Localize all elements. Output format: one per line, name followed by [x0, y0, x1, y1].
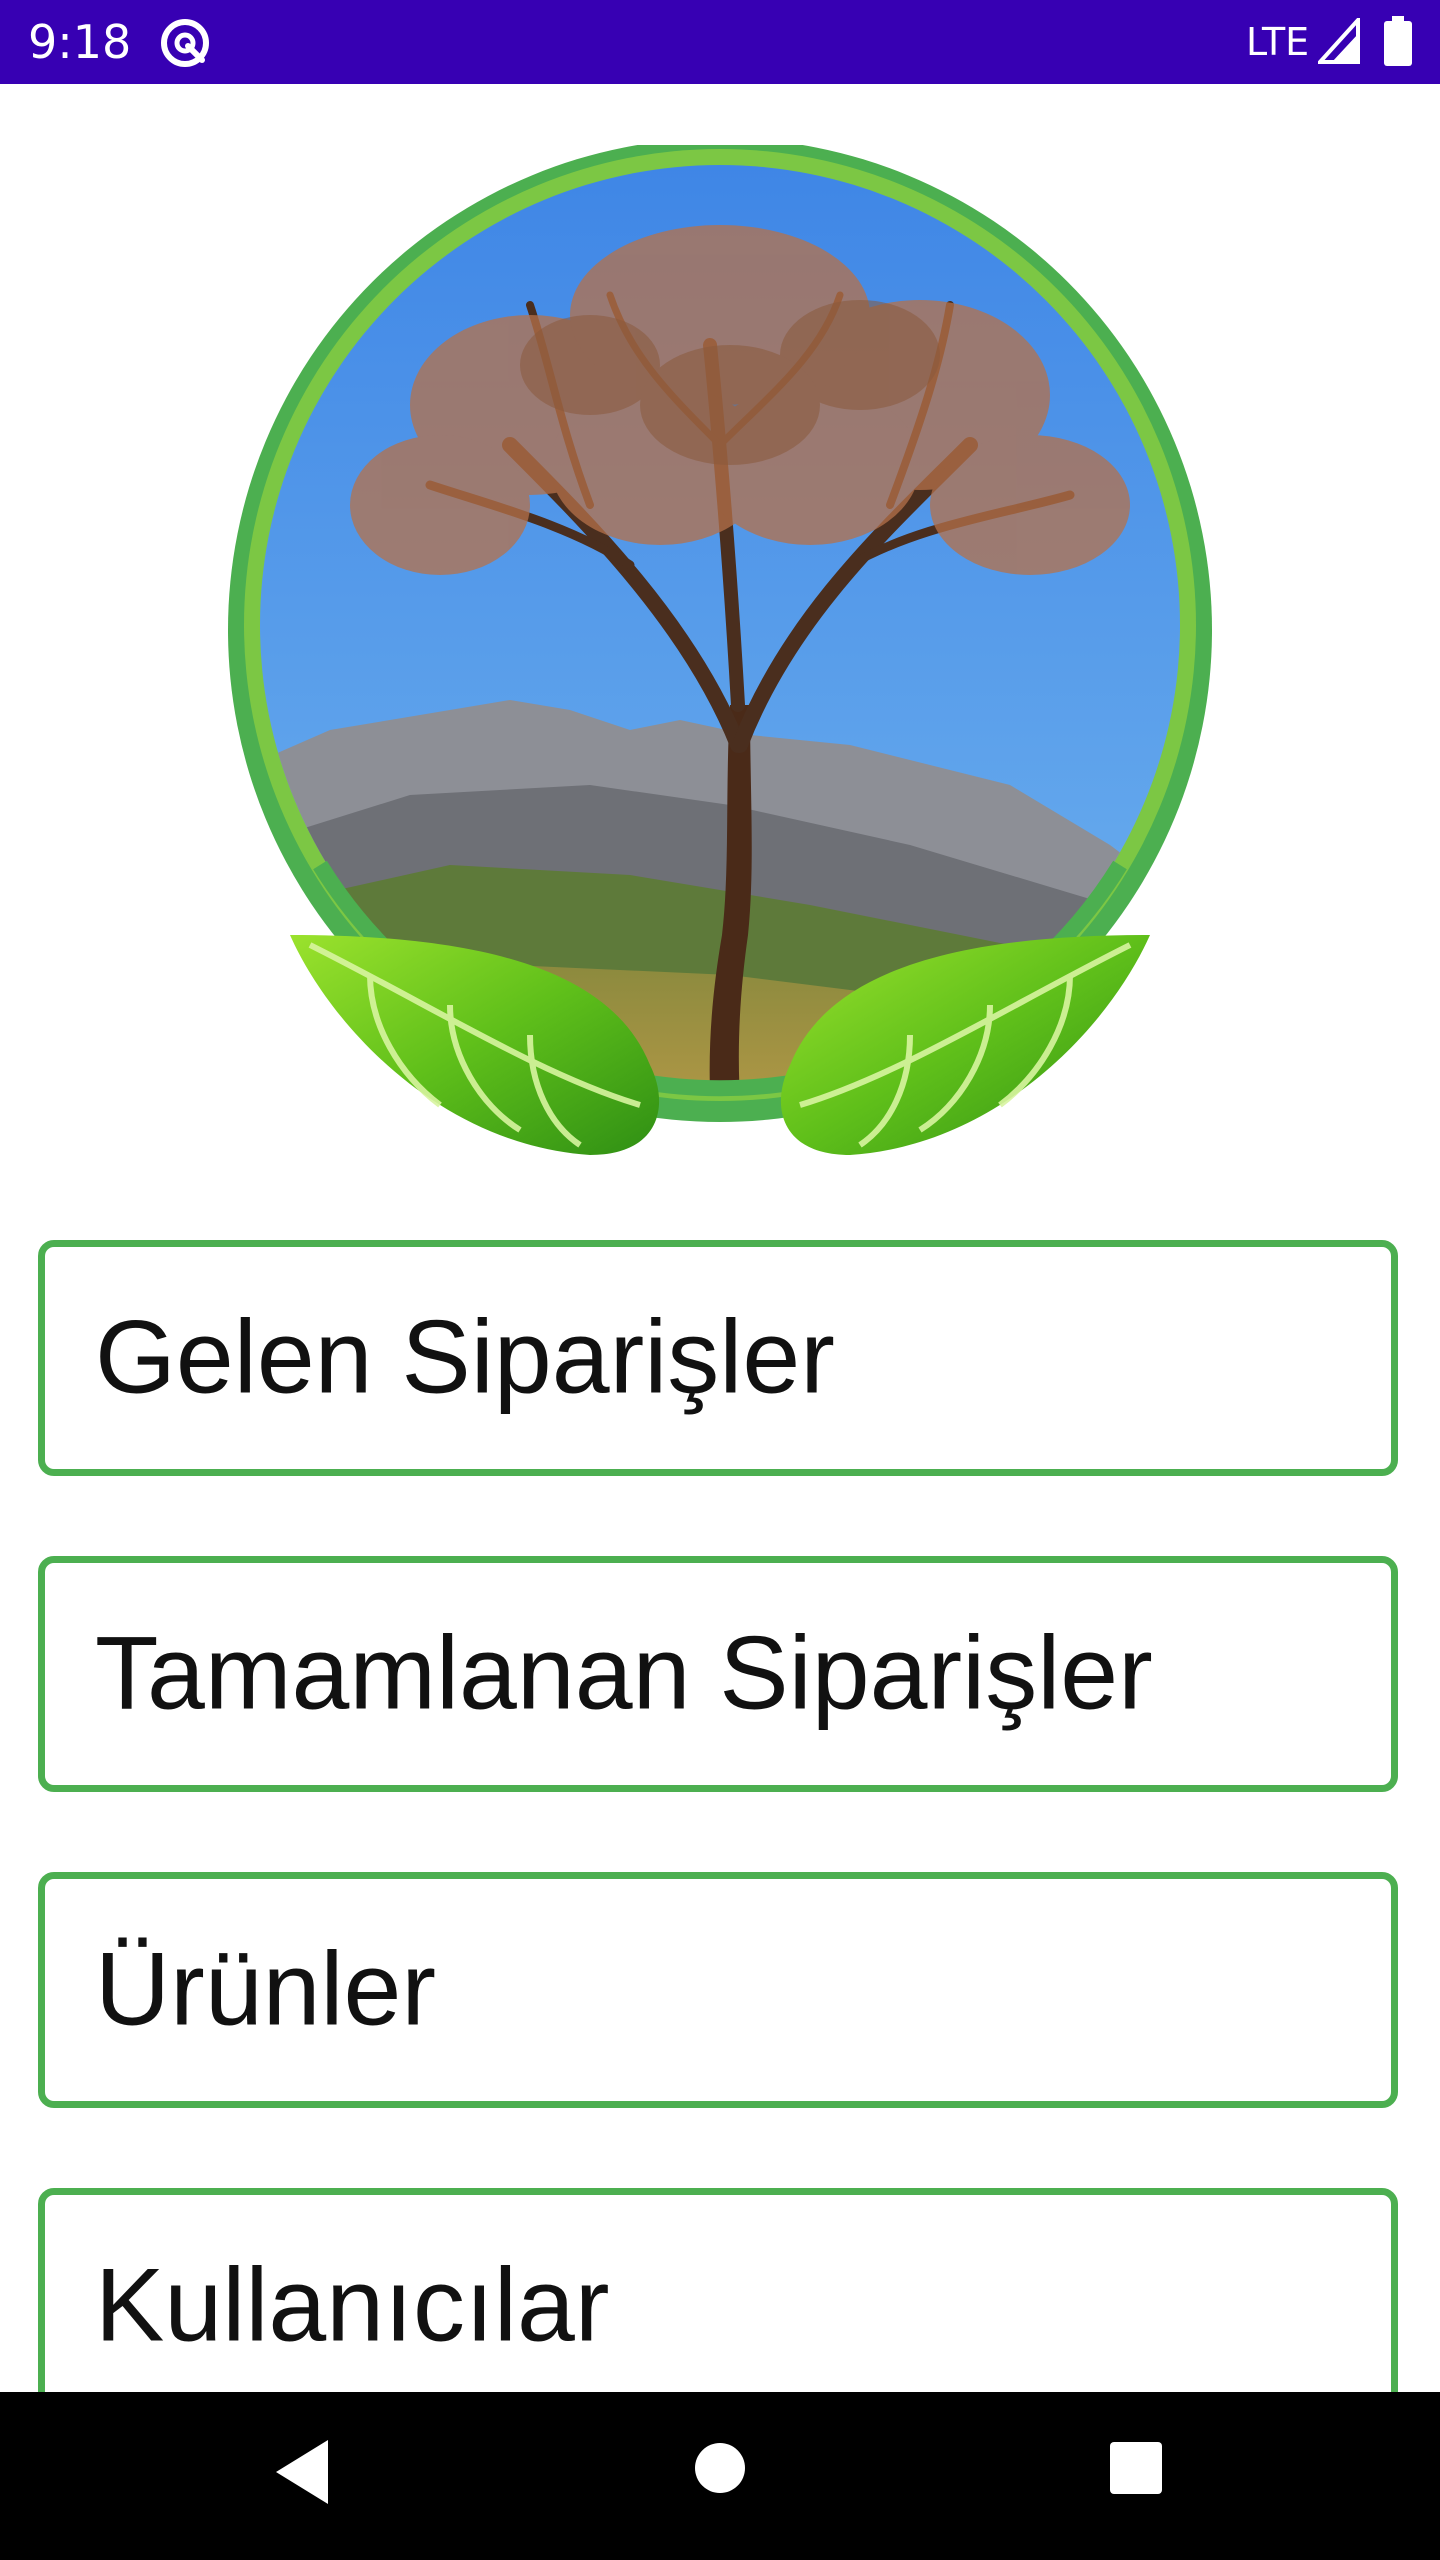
users-button[interactable]: Kullanıcılar	[38, 2188, 1398, 2424]
completed-orders-label: Tamamlanan Siparişler	[95, 1615, 1153, 1732]
incoming-orders-label: Gelen Siparişler	[95, 1299, 835, 1416]
users-label: Kullanıcılar	[95, 2247, 610, 2364]
recents-icon[interactable]	[1110, 2442, 1162, 2494]
back-icon[interactable]	[272, 2436, 332, 2508]
battery-icon	[1384, 16, 1412, 66]
products-label: Ürünler	[95, 1931, 436, 2048]
network-type: LTE	[1246, 20, 1310, 64]
tree-logo-icon	[210, 145, 1230, 1195]
home-icon[interactable]	[694, 2442, 746, 2494]
navigation-bar	[0, 2392, 1440, 2560]
status-time: 9:18	[28, 15, 132, 69]
status-bar: 9:18 LTE	[0, 0, 1440, 84]
products-button[interactable]: Ürünler	[38, 1872, 1398, 2108]
incoming-orders-button[interactable]: Gelen Siparişler	[38, 1240, 1398, 1476]
app-notification-icon	[161, 19, 209, 67]
completed-orders-button[interactable]: Tamamlanan Siparişler	[38, 1556, 1398, 1792]
signal-icon	[1318, 18, 1360, 64]
